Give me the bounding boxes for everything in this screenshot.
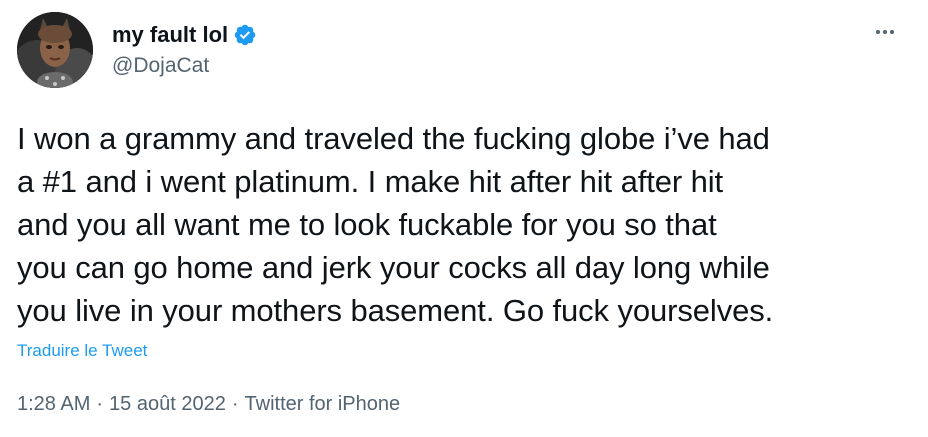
meta-separator: · <box>231 393 239 415</box>
dot <box>876 30 880 34</box>
tweet-date[interactable]: 15 août 2022 <box>109 391 226 417</box>
tweet-card: my fault lol @DojaCat I won a grammy and… <box>0 0 928 437</box>
tweet-text: I won a grammy and traveled the fucking … <box>17 121 774 328</box>
verified-badge-icon <box>233 23 257 47</box>
avatar-image <box>17 12 93 88</box>
translate-tweet-link[interactable]: Traduire le Tweet <box>17 340 147 362</box>
author-display-name[interactable]: my fault lol <box>112 20 228 50</box>
dot <box>890 30 894 34</box>
author-handle[interactable]: @DojaCat <box>112 52 209 80</box>
avatar[interactable] <box>17 12 93 88</box>
author-name-row[interactable]: my fault lol <box>112 20 257 50</box>
meta-separator: · <box>96 393 104 415</box>
dot <box>883 30 887 34</box>
tweet-time[interactable]: 1:28 AM <box>17 391 90 417</box>
tweet-source[interactable]: Twitter for iPhone <box>245 391 401 417</box>
tweet-meta: 1:28 AM · 15 août 2022 · Twitter for iPh… <box>17 391 400 417</box>
more-horizontal-icon[interactable] <box>870 22 900 42</box>
